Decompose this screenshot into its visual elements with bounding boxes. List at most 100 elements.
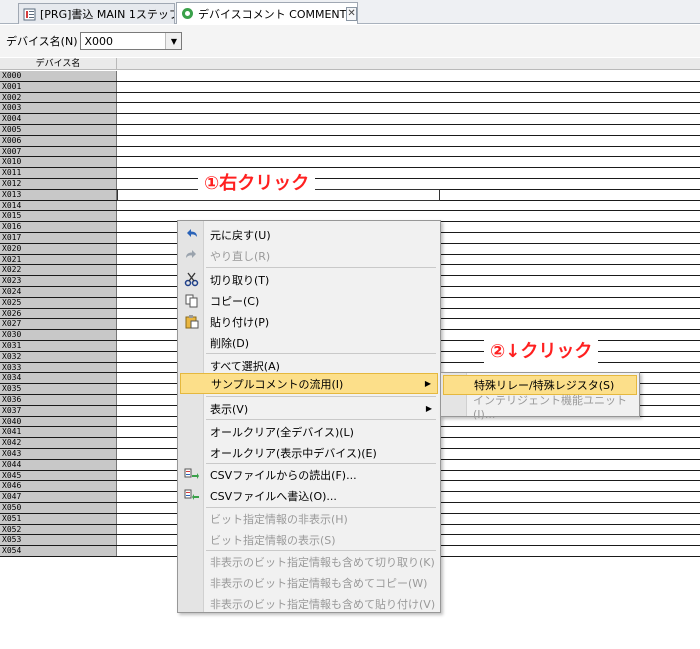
row-device-name: X033 (0, 362, 117, 373)
row-device-name: X026 (0, 308, 117, 319)
row-device-name: X040 (0, 416, 117, 427)
table-row[interactable]: X006 (0, 135, 700, 147)
row-device-name: X011 (0, 168, 117, 178)
table-row[interactable]: X014 (0, 200, 700, 212)
table-row[interactable]: X005 (0, 125, 700, 136)
table-row[interactable]: X004 (0, 114, 700, 125)
menu-separator (206, 419, 436, 420)
table-row[interactable]: X010 (0, 157, 700, 169)
menu-item-cut[interactable]: 切り取り(T) (180, 269, 438, 290)
annotation-step1: ①右クリック (198, 172, 316, 196)
table-row[interactable]: X002 (0, 92, 700, 104)
row-device-name: X046 (0, 481, 117, 492)
chevron-down-icon[interactable]: ▼ (165, 33, 182, 49)
tab-bar: [PRG]書込 MAIN 1ステップ デバイスコメント COMMENT ✕ (0, 0, 700, 24)
row-device-name: X034 (0, 373, 117, 384)
row-device-name: X044 (0, 459, 117, 470)
row-device-name: X042 (0, 438, 117, 448)
undo-icon (187, 229, 197, 237)
menu-item-csv-write[interactable]: CSVファイルへ書込(O)... (180, 485, 438, 506)
row-device-name: X016 (0, 222, 117, 232)
row-device-name: X013 (0, 189, 117, 200)
row-device-name: X014 (0, 200, 117, 211)
menu-item-cut-with-hidden-bits[interactable]: 非表示のビット指定情報も含めて切り取り(K) (180, 551, 438, 572)
table-row[interactable]: X003 (0, 103, 700, 115)
menu-separator (206, 267, 436, 268)
row-device-name: X043 (0, 449, 117, 459)
row-device-name: X030 (0, 330, 117, 340)
row-device-name: X041 (0, 427, 117, 438)
submenu-item-intelligent-unit[interactable]: インテリジェント機能ユニット(I)... (443, 394, 637, 421)
menu-item-paste-with-hidden-bits[interactable]: 非表示のビット指定情報も含めて貼り付け(V) (180, 593, 438, 614)
row-device-name: X012 (0, 179, 117, 189)
comment-icon (182, 8, 193, 19)
row-device-name: X035 (0, 384, 117, 394)
row-device-name: X036 (0, 395, 117, 405)
column-header-device-name: デバイス名 (0, 58, 117, 70)
tab-program[interactable]: [PRG]書込 MAIN 1ステップ (18, 3, 175, 24)
menu-separator (206, 353, 436, 354)
row-device-name: X020 (0, 243, 117, 254)
device-toolbar: デバイス名(N) X000 ▼ (0, 25, 700, 57)
menu-item-sample-comment[interactable]: サンプルコメントの流用(I) ▶ (180, 373, 438, 394)
submenu-arrow-icon: ▶ (424, 379, 431, 388)
menu-item-undo[interactable]: 元に戻す(U) (180, 224, 438, 245)
row-device-name: X032 (0, 351, 117, 362)
row-device-name: X017 (0, 233, 117, 243)
annotation-step2: ②↓クリック (484, 340, 599, 364)
row-device-name: X052 (0, 524, 117, 535)
row-device-name: X053 (0, 535, 117, 546)
row-device-name: X022 (0, 265, 117, 276)
row-device-name: X002 (0, 92, 117, 103)
tab-device-comment[interactable]: デバイスコメント COMMENT ✕ (176, 2, 358, 24)
row-device-name: X004 (0, 114, 117, 124)
menu-item-clear-all-devices[interactable]: オールクリア(全デバイス)(L) (180, 421, 438, 442)
submenu-arrow-icon: ▶ (425, 404, 432, 413)
row-device-name: X051 (0, 513, 117, 524)
table-row[interactable]: X013 (0, 188, 700, 201)
menu-item-hide-bit-info[interactable]: ビット指定情報の非表示(H) (180, 508, 438, 529)
row-device-name: X037 (0, 405, 117, 416)
row-device-name: X006 (0, 135, 117, 146)
close-icon[interactable]: ✕ (346, 6, 357, 21)
device-name-label: デバイス名(N) (6, 35, 78, 48)
menu-item-copy-with-hidden-bits[interactable]: 非表示のビット指定情報も含めてコピー(W) (180, 572, 438, 593)
csv-write-icon (184, 489, 199, 500)
menu-item-csv-read[interactable]: CSVファイルからの読出(F)... (180, 464, 438, 485)
grid-header: デバイス名 (0, 58, 700, 70)
row-device-name: X050 (0, 503, 117, 513)
row-device-name: X023 (0, 276, 117, 286)
paste-icon (185, 315, 199, 329)
row-device-name: X047 (0, 492, 117, 502)
row-device-name: X015 (0, 211, 117, 222)
redo-icon (186, 250, 196, 258)
context-menu: 元に戻す(U) やり直し(R) 切り取り(T) コピー(C) 貼り付け(P) 削… (177, 220, 441, 613)
program-icon (23, 8, 36, 20)
menu-item-show-bit-info[interactable]: ビット指定情報の表示(S) (180, 529, 438, 550)
menu-item-clear-displayed-devices[interactable]: オールクリア(表示中デバイス)(E) (180, 442, 438, 463)
menu-item-paste[interactable]: 貼り付け(P) (180, 311, 438, 332)
device-name-combo[interactable]: X000 ▼ (80, 32, 183, 50)
row-device-name: X010 (0, 157, 117, 168)
menu-item-view[interactable]: 表示(V) ▶ (180, 398, 438, 419)
menu-item-copy[interactable]: コピー(C) (180, 290, 438, 311)
device-name-value[interactable]: X000 (81, 35, 165, 48)
sample-comment-submenu: 特殊リレー/特殊レジスタ(S) インテリジェント機能ユニット(I)... (440, 372, 640, 421)
csv-read-icon (184, 468, 199, 479)
tab-label: デバイスコメント COMMENT (198, 7, 347, 21)
row-device-name: X021 (0, 254, 117, 265)
menu-separator (206, 396, 436, 397)
menu-item-delete[interactable]: 削除(D) (180, 332, 438, 353)
row-device-name: X003 (0, 103, 117, 114)
table-row[interactable]: X011 (0, 168, 700, 179)
table-row[interactable]: X001 (0, 81, 700, 93)
table-row[interactable]: X007 (0, 146, 700, 158)
copy-icon (185, 294, 198, 308)
scissors-icon (184, 272, 199, 287)
table-row[interactable]: X000 (0, 71, 700, 82)
row-device-name: X054 (0, 546, 117, 556)
row-device-name: X045 (0, 470, 117, 481)
row-device-name: X027 (0, 319, 117, 330)
menu-item-redo[interactable]: やり直し(R) (180, 245, 438, 266)
row-device-name: X005 (0, 125, 117, 135)
